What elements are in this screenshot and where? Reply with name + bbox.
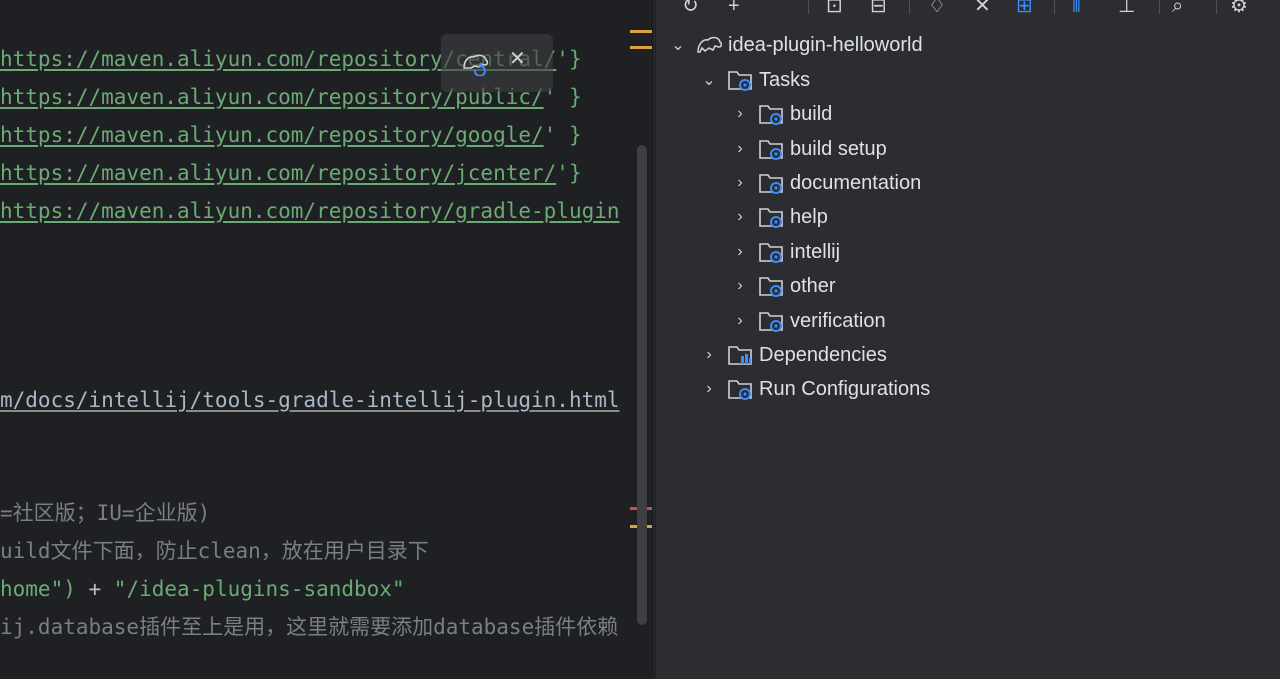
editor-scrollbar[interactable] xyxy=(637,145,647,625)
collapse-all-icon[interactable]: ⊟ xyxy=(870,0,887,16)
task-folder-icon xyxy=(759,208,783,228)
tree-item-label: Tasks xyxy=(759,68,811,91)
dependencies-folder-icon xyxy=(728,346,752,365)
gradle-sync-icon[interactable] xyxy=(461,50,491,76)
tree-item-label: Run Configurations xyxy=(759,377,931,400)
tree-item-dependencies[interactable]: › Dependencies xyxy=(697,338,887,372)
download-sources-icon[interactable]: ⊥ xyxy=(1118,0,1135,16)
code-line[interactable]: m/docs/intellij/tools-gradle-intellij-pl… xyxy=(0,385,620,415)
reload-icon[interactable]: ↻ xyxy=(682,0,699,16)
chevron-right-icon[interactable]: › xyxy=(728,277,752,295)
chevron-right-icon[interactable]: › xyxy=(728,312,752,330)
tree-item-label: other xyxy=(790,274,836,297)
code-line[interactable]: https://maven.aliyun.com/repository/jcen… xyxy=(0,158,582,188)
task-folder-icon xyxy=(759,243,783,263)
tree-item-root-project[interactable]: ⌄ idea-plugin-helloworld xyxy=(666,28,923,62)
task-folder-icon xyxy=(759,277,783,297)
docs-link[interactable]: m/docs/intellij/tools-gradle-intellij-pl… xyxy=(0,388,620,412)
tree-item-task-group[interactable]: › build xyxy=(728,97,832,131)
tree-item-label: idea-plugin-helloworld xyxy=(728,33,923,56)
repository-url[interactable]: https://maven.aliyun.com/repository/grad… xyxy=(0,199,620,223)
chevron-right-icon[interactable]: › xyxy=(697,346,721,364)
analyze-icon[interactable]: ⦀ xyxy=(1072,0,1081,16)
repository-url[interactable]: https://maven.aliyun.com/repository/jcen… xyxy=(0,161,556,185)
chevron-right-icon[interactable]: › xyxy=(728,105,752,123)
code-suffix: '} xyxy=(556,47,582,71)
gradle-sync-popup xyxy=(441,34,553,92)
show-options-icon[interactable]: ⌕ xyxy=(1172,0,1183,16)
code-line[interactable]: https://maven.aliyun.com/repository/grad… xyxy=(0,196,620,226)
code-suffix: ' } xyxy=(543,123,582,147)
code-string: home") xyxy=(0,577,76,601)
comment-text: =社区版；IU=企业版) xyxy=(0,501,211,525)
task-folder-icon xyxy=(759,312,783,332)
code-suffix: '} xyxy=(556,161,582,185)
tree-item-label: intellij xyxy=(790,240,841,263)
tree-item-label: Dependencies xyxy=(759,343,887,366)
repository-url[interactable]: https://maven.aliyun.com/repository/goog… xyxy=(0,123,544,147)
tree-item-tasks[interactable]: ⌄ Tasks xyxy=(697,63,810,97)
tree-item-label: documentation xyxy=(790,171,922,194)
task-folder-icon xyxy=(759,174,783,194)
tree-item-task-group[interactable]: › help xyxy=(728,200,828,234)
code-comment[interactable]: =社区版；IU=企业版) xyxy=(0,498,210,528)
toolbar-separator xyxy=(1054,0,1055,14)
comment-text: uild文件下面，防止clean，放在用户目录下 xyxy=(0,539,429,563)
chevron-down-icon[interactable]: ⌄ xyxy=(697,70,721,90)
chevron-right-icon[interactable]: › xyxy=(728,140,752,158)
gradle-elephant-icon xyxy=(697,36,722,53)
warning-marker[interactable] xyxy=(630,46,652,49)
tree-item-task-group[interactable]: › other xyxy=(728,269,836,303)
gradle-settings-icon[interactable]: ⚙ xyxy=(1230,0,1248,16)
tree-item-run-configurations[interactable]: › Run Configurations xyxy=(697,372,930,406)
task-folder-icon xyxy=(759,105,783,125)
code-operator: + xyxy=(75,577,114,601)
task-folder-icon xyxy=(759,140,783,160)
chevron-down-icon[interactable]: ⌄ xyxy=(666,35,690,55)
code-comment[interactable]: uild文件下面，防止clean，放在用户目录下 xyxy=(0,536,429,566)
tree-item-task-group[interactable]: › build setup xyxy=(728,132,887,166)
task-folder-icon xyxy=(728,71,752,91)
gradle-tool-window: ↻ + ⊡ ⊟ ♢ ✕ ⊞ ⦀ ⊥ ⌕ ⚙ ⌄ idea-plugin-hell… xyxy=(655,0,1280,679)
tree-item-task-group[interactable]: › documentation xyxy=(728,166,921,200)
dependencies-icon[interactable]: ⊞ xyxy=(1016,0,1033,16)
toolbar-separator xyxy=(808,0,809,14)
code-string: "/idea-plugins-sandbox" xyxy=(113,577,405,601)
tree-item-label: verification xyxy=(790,309,886,332)
tree-item-task-group[interactable]: › verification xyxy=(728,304,886,338)
add-icon[interactable]: + xyxy=(728,0,740,16)
chevron-right-icon[interactable]: › xyxy=(728,208,752,226)
toolbar-separator xyxy=(909,0,910,14)
code-line[interactable]: https://maven.aliyun.com/repository/goog… xyxy=(0,120,582,150)
tree-item-label: build xyxy=(790,102,833,125)
chevron-right-icon[interactable]: › xyxy=(697,380,721,398)
gradle-toolbar: ↻ + ⊡ ⊟ ♢ ✕ ⊞ ⦀ ⊥ ⌕ ⚙ xyxy=(656,0,1280,20)
code-editor[interactable]: https://maven.aliyun.com/repository/cent… xyxy=(0,0,654,679)
code-line[interactable]: home") + "/idea-plugins-sandbox" xyxy=(0,574,405,604)
comment-text: ij.database插件至上是用，这里就需要添加database插件依赖 xyxy=(0,615,619,639)
tree-item-label: help xyxy=(790,205,828,228)
chevron-right-icon[interactable]: › xyxy=(728,243,752,261)
expand-all-icon[interactable]: ⊡ xyxy=(826,0,843,16)
code-comment[interactable]: ij.database插件至上是用，这里就需要添加database插件依赖 xyxy=(0,612,618,642)
run-config-folder-icon xyxy=(728,380,752,400)
close-icon[interactable]: ✕ xyxy=(509,46,526,71)
tree-item-task-group[interactable]: › intellij xyxy=(728,235,840,269)
execute-icon[interactable]: ♢ xyxy=(928,0,946,16)
toolbar-separator xyxy=(1159,0,1160,14)
tree-item-label: build setup xyxy=(790,137,887,160)
warning-marker[interactable] xyxy=(630,30,652,33)
chevron-right-icon[interactable]: › xyxy=(728,174,752,192)
toolbar-separator xyxy=(1216,0,1217,14)
toggle-offline-icon[interactable]: ✕ xyxy=(974,0,991,16)
